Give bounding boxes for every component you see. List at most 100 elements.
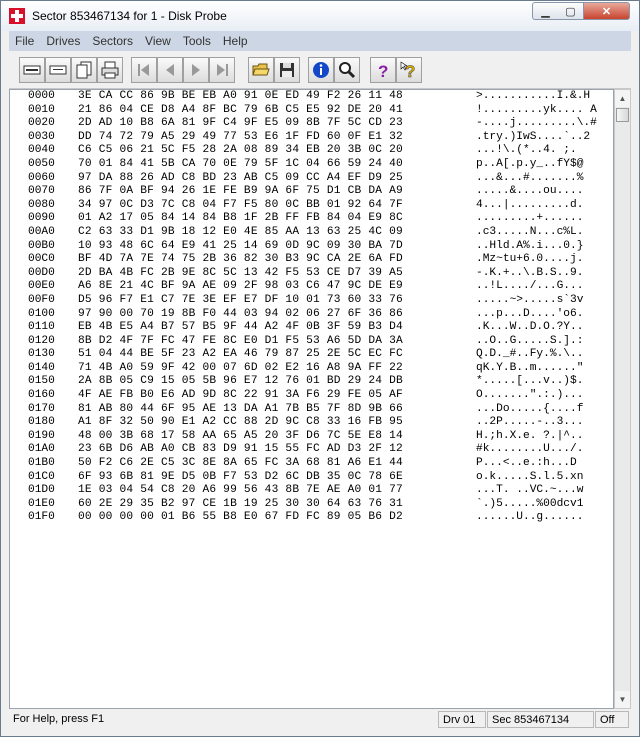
next-icon — [192, 64, 200, 76]
row-ascii[interactable]: H.;h.X.e. ?.|^.. — [476, 430, 583, 444]
row-hex-bytes[interactable]: 34 97 0C D3 7C C8 04 F7 F5 80 0C BB 01 9… — [78, 199, 403, 213]
row-ascii[interactable]: ..O..G.....S.].: — [476, 335, 583, 349]
row-hex-bytes[interactable]: A1 8F 32 50 90 E1 A2 CC 88 2D 9C C8 33 1… — [78, 416, 403, 430]
first-sector-button[interactable] — [131, 57, 157, 83]
row-ascii[interactable]: p..A[.p.y_..fY$@ — [476, 158, 583, 172]
row-ascii[interactable]: .try.)IwS....`..2 — [476, 131, 590, 145]
row-hex-bytes[interactable]: 2D BA 4B FC 2B 9E 8C 5C 13 42 F5 53 CE D… — [78, 267, 403, 281]
row-hex-bytes[interactable]: 50 F2 C6 2E C5 3C 8E 8A 65 FC 3A 68 81 A… — [78, 457, 403, 471]
row-hex-bytes[interactable]: 2A 8B 05 C9 15 05 5B 96 E7 12 76 01 BD 2… — [78, 375, 403, 389]
row-hex-bytes[interactable]: 97 90 00 70 19 8B F0 44 03 94 02 06 27 6… — [78, 308, 403, 322]
row-ascii[interactable]: ...Do.....{....f — [476, 403, 583, 417]
row-hex-bytes[interactable]: 2D AD 10 B8 6A 81 9F C4 9F E5 09 8B 7F 5… — [78, 117, 403, 131]
row-ascii[interactable]: ...p...D....'o6. — [476, 308, 583, 322]
row-ascii[interactable]: !.........yk.... A — [476, 104, 597, 118]
row-offset: 01A0 — [28, 443, 55, 456]
help-button[interactable]: ? — [370, 57, 396, 83]
print-button[interactable] — [97, 57, 123, 83]
row-offset: 0050 — [28, 157, 55, 170]
row-hex-bytes[interactable]: C6 C5 06 21 5C F5 28 2A 08 89 34 EB 20 3… — [78, 144, 403, 158]
row-offset: 0130 — [28, 348, 55, 361]
write-button[interactable] — [45, 57, 71, 83]
row-ascii[interactable]: *.....[...v..)$. — [476, 375, 583, 389]
menu-drives[interactable]: Drives — [40, 31, 86, 51]
status-drive: Drv 01 — [438, 711, 486, 728]
prev-sector-button[interactable] — [157, 57, 183, 83]
row-hex-bytes[interactable]: 70 01 84 41 5B CA 70 0E 79 5F 1C 04 66 5… — [78, 158, 403, 172]
row-ascii[interactable]: o.k.....S.l.5.xn — [476, 471, 583, 485]
copy-button[interactable] — [71, 57, 97, 83]
row-hex-bytes[interactable]: 3E CA CC 86 9B BE EB A0 91 0E ED 49 F2 2… — [78, 90, 403, 104]
menu-tools[interactable]: Tools — [177, 31, 217, 51]
row-hex-bytes[interactable]: 21 86 04 CE D8 A4 8F BC 79 6B C5 E5 92 D… — [78, 104, 403, 118]
row-ascii[interactable]: qK.Y.B..m......" — [476, 362, 583, 376]
row-hex-bytes[interactable]: 48 00 3B 68 17 58 AA 65 A5 20 3F D6 7C 5… — [78, 430, 403, 444]
menu-sectors[interactable]: Sectors — [86, 31, 139, 51]
row-hex-bytes[interactable]: 86 7F 0A BF 94 26 1E FE B9 9A 6F 75 D1 C… — [78, 185, 403, 199]
hex-view[interactable]: 0000 3E CA CC 86 9B BE EB A0 91 0E ED 49 … — [9, 89, 614, 709]
row-ascii[interactable]: `.)5.....%00dcv1 — [476, 498, 583, 512]
row-hex-bytes[interactable]: DD 74 72 79 A5 29 49 77 53 E6 1F FD 60 0… — [78, 131, 403, 145]
row-ascii[interactable]: ...&...#.......% — [476, 172, 583, 186]
row-offset: 01F0 — [28, 511, 55, 524]
row-ascii[interactable]: ......U..g...... — [476, 511, 583, 525]
row-ascii[interactable]: Q.D._#..Fy.%.\.. — [476, 348, 583, 362]
row-ascii[interactable]: P...<..e.:h...D — [476, 457, 577, 471]
maximize-button[interactable]: ▢ — [558, 2, 584, 20]
row-hex-bytes[interactable]: 4F AE FB B0 E6 AD 9D 8C 22 91 3A F6 29 F… — [78, 389, 403, 403]
row-hex-bytes[interactable]: 01 A2 17 05 84 14 84 B8 1F 2B FF FB 84 0… — [78, 212, 403, 226]
vertical-scrollbar[interactable]: ▲ ▼ — [614, 89, 631, 709]
row-hex-bytes[interactable]: 8B D2 4F 7F FC 47 FE 8C E0 D1 F5 53 A6 5… — [78, 335, 403, 349]
row-ascii[interactable]: .c3.....N...c%L. — [476, 226, 583, 240]
scroll-down-icon[interactable]: ▼ — [615, 691, 630, 708]
row-ascii[interactable]: ...!\.(*..4. ;. — [476, 144, 583, 158]
row-hex-bytes[interactable]: 51 04 44 BE 5F 23 A2 EA 46 79 87 25 2E 5… — [78, 348, 403, 362]
row-hex-bytes[interactable]: 60 2E 29 35 B2 97 CE 1B 19 25 30 30 64 6… — [78, 498, 403, 512]
row-ascii[interactable]: ...T. ..VC.~...w — [476, 484, 583, 498]
row-hex-bytes[interactable]: 10 93 48 6C 64 E9 41 25 14 69 0D 9C 09 3… — [78, 240, 403, 254]
row-ascii[interactable]: O.......".:.)... — [476, 389, 583, 403]
row-ascii[interactable]: -.K.+..\.B.S..9. — [476, 267, 583, 281]
info-button[interactable] — [308, 57, 334, 83]
last-sector-button[interactable] — [209, 57, 235, 83]
row-hex-bytes[interactable]: 23 6B D6 AB A0 CB 83 D9 91 15 55 FC AD D… — [78, 443, 403, 457]
context-help-button[interactable]: ? — [396, 57, 422, 83]
row-ascii[interactable]: #k........U.../. — [476, 443, 583, 457]
row-hex-bytes[interactable]: 6F 93 6B 81 9E D5 0B F7 53 D2 6C DB 35 0… — [78, 471, 403, 485]
close-button[interactable]: ✕ — [584, 2, 630, 20]
menu-help[interactable]: Help — [217, 31, 254, 51]
row-ascii[interactable]: ..Hld.A%.i...0.} — [476, 240, 583, 254]
row-ascii[interactable]: .Mz~tu+6.0....j. — [476, 253, 583, 267]
find-button[interactable] — [334, 57, 360, 83]
row-ascii[interactable]: >...........I.&.H — [476, 90, 590, 104]
row-hex-bytes[interactable]: BF 4D 7A 7E 74 75 2B 36 82 30 B3 9C CA 2… — [78, 253, 403, 267]
menu-file[interactable]: File — [9, 31, 40, 51]
scroll-thumb[interactable] — [616, 108, 629, 122]
scroll-up-icon[interactable]: ▲ — [615, 90, 630, 107]
menu-view[interactable]: View — [139, 31, 177, 51]
row-offset: 0150 — [28, 375, 55, 388]
row-hex-bytes[interactable]: 71 4B A0 59 9F 42 00 07 6D 02 E2 16 A8 9… — [78, 362, 403, 376]
row-ascii[interactable]: -....j.........\.# — [476, 117, 597, 131]
row-hex-bytes[interactable]: D5 96 F7 E1 C7 7E 3E EF E7 DF 10 01 73 6… — [78, 294, 403, 308]
minimize-button[interactable]: ▁ — [532, 2, 559, 20]
row-ascii[interactable]: .K...W..D.O.?Y.. — [476, 321, 583, 335]
row-ascii[interactable]: .........+...... — [476, 212, 583, 226]
row-hex-bytes[interactable]: C2 63 33 D1 9B 18 12 E0 4E 85 AA 13 63 2… — [78, 226, 403, 240]
row-hex-bytes[interactable]: 81 AB 80 44 6F 95 AE 13 DA A1 7B B5 7F 8… — [78, 403, 403, 417]
row-ascii[interactable]: ..2P.....-..3... — [476, 416, 583, 430]
row-hex-bytes[interactable]: 1E 03 04 54 C8 20 A6 99 56 43 8B 7E AE A… — [78, 484, 403, 498]
row-ascii[interactable]: .....&....ou.... — [476, 185, 583, 199]
open-button[interactable] — [248, 57, 274, 83]
row-hex-bytes[interactable]: EB 4B E5 A4 B7 57 B5 9F 44 A2 4F 0B 3F 5… — [78, 321, 403, 335]
save-button[interactable] — [274, 57, 300, 83]
row-hex-bytes[interactable]: 97 DA 88 26 AD C8 BD 23 AB C5 09 CC A4 E… — [78, 172, 403, 186]
row-hex-bytes[interactable]: 00 00 00 00 01 B6 55 B8 E0 67 FD FC 89 0… — [78, 511, 403, 525]
row-ascii[interactable]: 4...|.........d. — [476, 199, 583, 213]
row-ascii[interactable]: ..!L..../...G... — [476, 280, 583, 294]
next-sector-button[interactable] — [183, 57, 209, 83]
row-offset: 00C0 — [28, 253, 55, 266]
row-hex-bytes[interactable]: A6 8E 21 4C BF 9A AE 09 2F 98 03 C6 47 9… — [78, 280, 403, 294]
row-ascii[interactable]: .....~>.....s`3v — [476, 294, 583, 308]
read-button[interactable] — [19, 57, 45, 83]
